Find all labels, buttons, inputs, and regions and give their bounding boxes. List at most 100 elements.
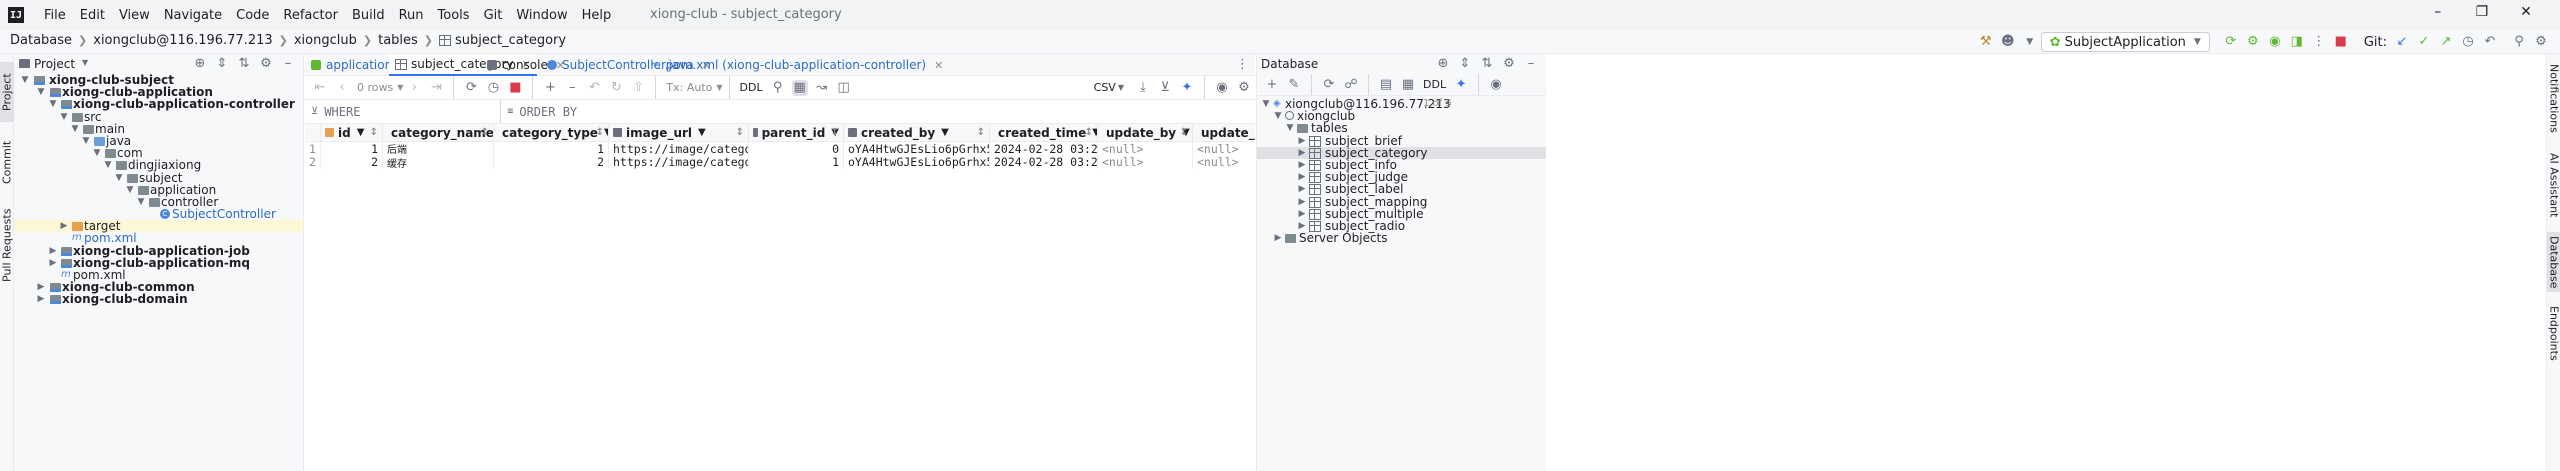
- sort-icon[interactable]: ↕: [831, 127, 839, 138]
- debug-icon[interactable]: ⚙: [2245, 34, 2261, 50]
- chevron-down-icon[interactable]: ▼: [2022, 34, 2038, 50]
- git-rollback-icon[interactable]: ↶: [2482, 34, 2498, 50]
- tree-item-folder[interactable]: ▶ target: [14, 220, 303, 232]
- git-update-icon[interactable]: ↙: [2394, 34, 2410, 50]
- export-icon[interactable]: ⤓: [1135, 80, 1151, 96]
- hammer-icon[interactable]: ⚒: [1978, 34, 1994, 50]
- cell-created-by[interactable]: oYA4HtwGJEsLio6pGrhx5Hzv9XD0: [844, 155, 990, 169]
- expand-all-icon[interactable]: ⇕: [1457, 56, 1473, 72]
- menu-tools[interactable]: Tools: [438, 8, 470, 23]
- tree-item-folder[interactable]: ▼ main: [14, 123, 303, 135]
- cell-parent-id[interactable]: 1: [749, 155, 844, 169]
- tool-tab-project[interactable]: Project: [0, 62, 14, 122]
- breadcrumb-database[interactable]: Database: [10, 33, 72, 48]
- where-input[interactable]: WHERE: [324, 105, 494, 119]
- tool-tab-database[interactable]: Database: [2547, 232, 2560, 292]
- tool-tab-commit[interactable]: Commit: [0, 134, 14, 190]
- revert-icon[interactable]: ↶: [586, 80, 602, 96]
- column-header-parent-id[interactable]: parent_id ▼ ↕: [749, 124, 844, 141]
- menu-navigate[interactable]: Navigate: [164, 8, 222, 23]
- menu-git[interactable]: Git: [484, 8, 503, 23]
- tool-tab-notifications[interactable]: Notifications: [2547, 58, 2560, 138]
- hide-panel-icon[interactable]: –: [280, 56, 296, 72]
- pin-icon[interactable]: ✦: [1453, 77, 1469, 93]
- view-icon[interactable]: ◉: [1488, 77, 1504, 93]
- last-page-icon[interactable]: ⇥: [428, 80, 444, 96]
- chevron-down-icon[interactable]: ▼: [397, 83, 403, 92]
- tree-item-folder[interactable]: ▼ java: [14, 135, 303, 147]
- menu-view[interactable]: View: [119, 8, 150, 23]
- breadcrumb-schema[interactable]: xiongclub: [294, 33, 357, 48]
- sort-icon[interactable]: ↕: [1085, 127, 1093, 138]
- search-icon[interactable]: ⚲: [770, 80, 786, 96]
- properties-icon[interactable]: ✎: [1286, 77, 1302, 93]
- options-gear-icon[interactable]: ⚙: [1501, 56, 1517, 72]
- cell-created-by[interactable]: oYA4HtwGJEsLio6pGrhx5Hzv9XD0: [844, 142, 990, 156]
- menu-window[interactable]: Window: [516, 8, 567, 23]
- sort-icon[interactable]: ↕: [736, 127, 744, 138]
- sort-icon[interactable]: ↕: [481, 127, 489, 138]
- profile-icon[interactable]: ◉: [2267, 34, 2283, 50]
- options-gear-icon[interactable]: ⚙: [258, 56, 274, 72]
- cell-id[interactable]: 2: [321, 155, 383, 169]
- filter-icon[interactable]: ▼: [941, 127, 949, 138]
- view-icon[interactable]: ◉: [1214, 80, 1230, 96]
- tree-item-tables-folder[interactable]: ▼ tables: [1257, 122, 1546, 134]
- menu-build[interactable]: Build: [352, 8, 385, 23]
- chevron-down-icon[interactable]: ▼: [1118, 83, 1124, 92]
- export-format-select[interactable]: CSV: [1094, 81, 1116, 94]
- column-header-id[interactable]: id ▼ ↕: [321, 124, 383, 141]
- column-header-update-time[interactable]: update_tim: [1193, 124, 1255, 141]
- column-header-category-name[interactable]: category_name ▼ ↕: [383, 124, 494, 141]
- tree-item-table[interactable]: ▶ subject_mapping: [1257, 195, 1546, 207]
- collapse-all-icon[interactable]: ⇅: [1479, 56, 1495, 72]
- breadcrumb-tables[interactable]: tables: [378, 33, 418, 48]
- sort-icon[interactable]: ↕: [1180, 127, 1188, 138]
- table-editor-icon[interactable]: ▦: [1400, 77, 1416, 93]
- tree-item-module[interactable]: ▶ xiong-club-application-mq: [14, 257, 303, 269]
- tree-item-table[interactable]: ▶ subject_label: [1257, 183, 1546, 195]
- more-tabs-icon[interactable]: ⋮: [1236, 57, 1249, 72]
- git-commit-icon[interactable]: ✓: [2416, 34, 2432, 50]
- expand-all-icon[interactable]: ⇕: [214, 56, 230, 72]
- cell-category-type[interactable]: 1: [494, 142, 609, 156]
- cell-created-time[interactable]: 2024-02-28 03:21:09: [990, 155, 1098, 169]
- tree-item-file[interactable]: m pom.xml: [14, 232, 303, 244]
- menu-code[interactable]: Code: [236, 8, 269, 23]
- cell-created-time[interactable]: 2024-02-28 03:21:09: [990, 142, 1098, 156]
- coverage-icon[interactable]: ◨: [2289, 34, 2305, 50]
- stop-icon[interactable]: ■: [507, 80, 523, 96]
- cell-category-name[interactable]: 后端: [383, 142, 494, 156]
- more-run-icon[interactable]: ⋮: [2311, 34, 2327, 50]
- tree-item-folder[interactable]: ▼ src: [14, 110, 303, 122]
- tree-item-package[interactable]: ▼ application: [14, 183, 303, 195]
- tree-item-package[interactable]: ▼ dingjiaxiong: [14, 159, 303, 171]
- close-icon[interactable]: ✕: [934, 59, 943, 72]
- refresh-icon[interactable]: ⟳: [1321, 77, 1337, 93]
- locate-icon[interactable]: ⊕: [1435, 56, 1451, 72]
- pin-icon[interactable]: ✦: [1179, 80, 1195, 96]
- tab-pom-xml[interactable]: m pom.xml (xiong-club-application-contro…: [645, 54, 949, 76]
- locate-icon[interactable]: ⊕: [192, 56, 208, 72]
- tree-item-class[interactable]: C SubjectController: [14, 208, 303, 220]
- tree-item-package[interactable]: ▼ subject: [14, 171, 303, 183]
- chevron-down-icon[interactable]: ▼: [82, 58, 88, 67]
- filter-icon[interactable]: ▼: [357, 127, 365, 138]
- first-page-icon[interactable]: ⇤: [312, 80, 328, 96]
- cell-parent-id[interactable]: 0: [749, 142, 844, 156]
- run-configuration-select[interactable]: ✿ SubjectApplication ▼: [2040, 32, 2210, 52]
- ddl-button[interactable]: DDL: [1423, 78, 1446, 91]
- cell-image-url[interactable]: https://image/category.icon: [609, 142, 749, 156]
- settings-gear-icon[interactable]: ⚙: [2533, 34, 2549, 50]
- column-header-category-type[interactable]: category_type ▼ ↕: [494, 124, 609, 141]
- stop-icon[interactable]: ■: [2333, 34, 2349, 50]
- grid-view-icon[interactable]: ▦: [791, 79, 808, 96]
- tree-item-module[interactable]: ▶ xiong-club-domain: [14, 293, 303, 305]
- ddl-button[interactable]: DDL: [740, 81, 763, 94]
- breadcrumb-connection[interactable]: xiongclub@116.196.77.213: [93, 33, 272, 48]
- cell-category-name[interactable]: 缓存: [383, 155, 494, 169]
- disconnect-icon[interactable]: ☍: [1343, 77, 1359, 93]
- cell-update-by[interactable]: <null>: [1098, 155, 1193, 169]
- cell-image-url[interactable]: https://image/category.icon: [609, 155, 749, 169]
- rerun-icon[interactable]: ⟳: [2223, 34, 2239, 50]
